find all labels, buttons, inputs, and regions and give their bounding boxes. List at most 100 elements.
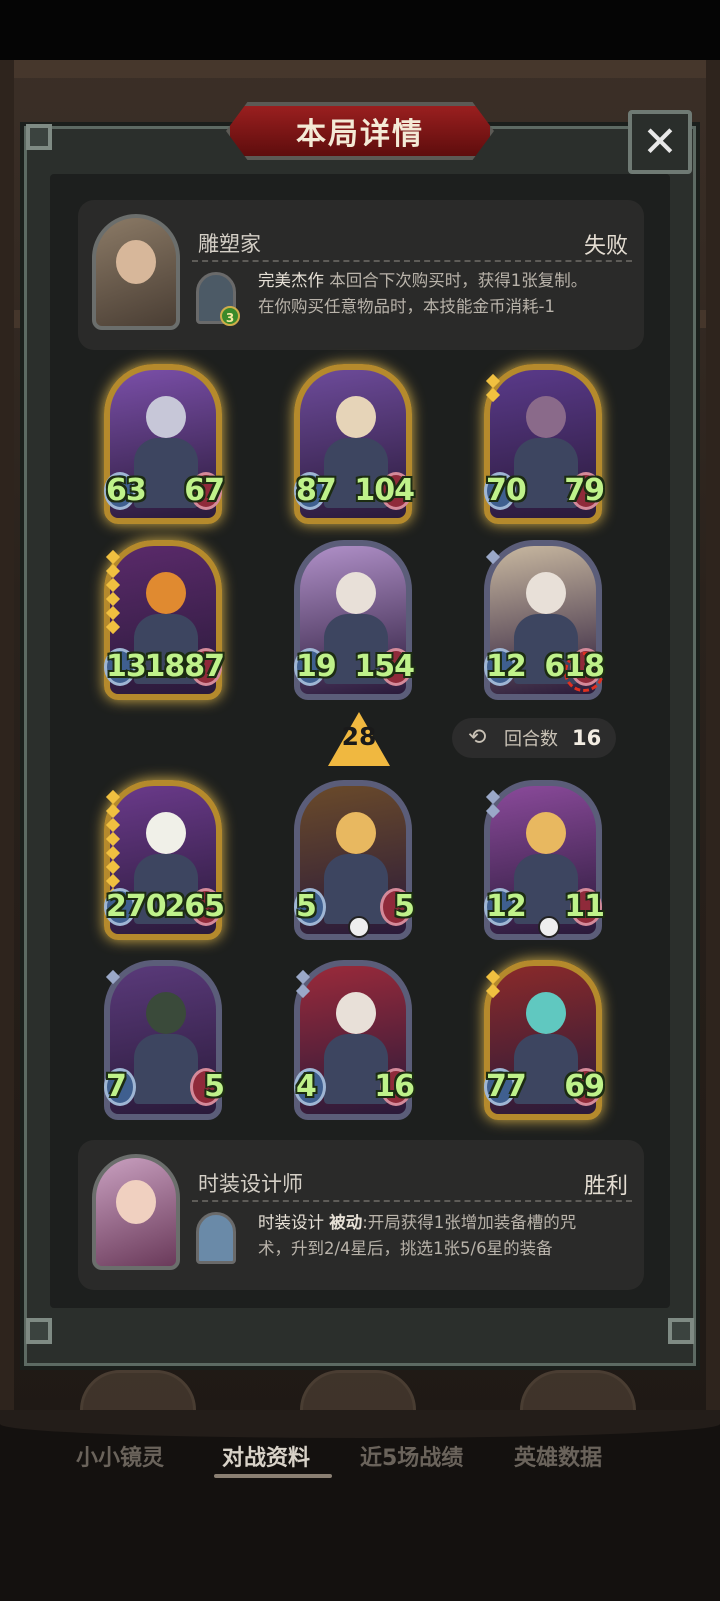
star-icon — [105, 577, 121, 593]
minion-head — [336, 812, 376, 854]
minion-attack: 270 — [106, 889, 167, 924]
player-hero-name: 时装设计师 — [198, 1172, 303, 1196]
skill-tag: 被动 — [329, 1213, 363, 1232]
modal-corner — [668, 1318, 694, 1344]
background-post — [0, 60, 14, 1420]
star-icon — [105, 789, 121, 805]
minion-card[interactable]: 1312 1887 — [104, 540, 225, 700]
minion-health: 104 — [354, 473, 415, 508]
minion-card[interactable]: 70 79 — [484, 364, 605, 524]
minion-head — [526, 396, 566, 438]
skill-name: 时装设计 — [258, 1213, 324, 1232]
skill-desc-line2: 在你购买任意物品时，本技能金币消耗-1 — [258, 297, 555, 316]
opponent-skill-description: 完美杰作 本回合下次购买时，获得1张复制。 在你购买任意物品时，本技能金币消耗-… — [258, 268, 628, 320]
minion-head — [526, 812, 566, 854]
tab-recent-5-matches[interactable]: 近5场战绩 — [360, 1440, 463, 1472]
minion-health: 618 — [544, 649, 605, 684]
player-avatar[interactable] — [92, 1154, 180, 1270]
skill-name: 完美杰作 — [258, 271, 324, 290]
minion-health: 154 — [354, 649, 415, 684]
minion-attack: 12 — [486, 889, 527, 924]
minion-card[interactable]: 75 — [104, 960, 225, 1120]
active-tab-indicator — [214, 1474, 332, 1478]
minion-head — [336, 572, 376, 614]
minion-head — [146, 396, 186, 438]
star-rank — [105, 549, 121, 635]
minion-body — [134, 1034, 198, 1104]
tab-battle-info[interactable]: 对战资料 — [222, 1440, 310, 1472]
skull-icon — [538, 916, 560, 938]
star-icon — [105, 803, 121, 819]
minion-health: 265 — [164, 889, 225, 924]
player-result: 胜利 — [583, 1174, 628, 1199]
tab-mirror-spirit[interactable]: 小小镜灵 — [76, 1440, 164, 1472]
minion-card[interactable]: 4 16 — [294, 960, 415, 1120]
opponent-result: 失败 — [583, 234, 628, 259]
minion-card[interactable]: 270 265 — [104, 780, 225, 940]
minion-health: 5 — [394, 889, 415, 924]
minion-health: 5 — [204, 1069, 225, 1104]
star-rank — [485, 373, 501, 403]
opponent-panel: 雕塑家 失败 3 完美杰作 本回合下次购买时，获得1张复制。 在你购买任意物品时… — [78, 200, 644, 350]
modal-corner — [26, 124, 52, 150]
round-label: 回合数 — [504, 729, 558, 750]
hero-skill-icon[interactable] — [196, 1212, 236, 1264]
star-icon — [485, 969, 501, 985]
close-icon: ✕ — [642, 117, 678, 166]
minion-card[interactable]: 55 — [294, 780, 415, 940]
minion-card[interactable]: 12 11 — [484, 780, 605, 940]
minion-card[interactable]: 77 69 — [484, 960, 605, 1120]
star-icon — [105, 845, 121, 861]
star-rank — [295, 969, 311, 999]
star-rank — [105, 969, 121, 985]
minion-head — [526, 572, 566, 614]
skull-icon — [348, 916, 370, 938]
star-icon — [105, 831, 121, 847]
player-panel: 时装设计师 胜利 时装设计 被动:开局获得1张增加装备槽的咒 术，升到2/4星后… — [78, 1140, 644, 1290]
minion-attack: 87 — [296, 473, 337, 508]
star-icon — [105, 969, 121, 985]
skill-level-badge: 3 — [220, 306, 240, 326]
star-icon — [485, 387, 501, 403]
minion-health: 11 — [564, 889, 605, 924]
minion-health: 79 — [564, 473, 605, 508]
star-icon — [485, 803, 501, 819]
star-rank — [485, 549, 501, 565]
minion-head — [336, 396, 376, 438]
minion-body — [324, 854, 388, 924]
minion-attack: 77 — [486, 1069, 527, 1104]
minion-head — [146, 992, 186, 1034]
minion-attack: 7 — [106, 1069, 127, 1104]
minion-attack: 5 — [296, 889, 317, 924]
round-value: 16 — [572, 726, 602, 750]
star-icon — [485, 789, 501, 805]
minion-health: 16 — [374, 1069, 415, 1104]
star-icon — [105, 605, 121, 621]
minion-card[interactable]: 87 104 — [294, 364, 415, 524]
star-icon — [485, 549, 501, 565]
skill-desc-line1: :开局获得1张增加装备槽的咒 — [362, 1213, 577, 1232]
minion-head — [336, 992, 376, 1034]
avatar-face — [116, 1180, 156, 1224]
minion-card[interactable]: 19 154 — [294, 540, 415, 700]
minion-attack: 19 — [296, 649, 337, 684]
minion-attack: 4 — [296, 1069, 317, 1104]
minion-head — [526, 992, 566, 1034]
minion-card[interactable]: 12 618 — [484, 540, 605, 700]
tab-hero-data[interactable]: 英雄数据 — [514, 1440, 602, 1472]
minion-card[interactable]: 63 67 — [104, 364, 225, 524]
panel-divider — [192, 1200, 632, 1202]
minion-head — [146, 572, 186, 614]
close-button[interactable]: ✕ — [628, 110, 692, 174]
minion-health: 69 — [564, 1069, 605, 1104]
opponent-avatar[interactable] — [92, 214, 180, 330]
star-rank — [485, 789, 501, 819]
opponent-hero-name: 雕塑家 — [198, 232, 261, 256]
modal-corner — [26, 1318, 52, 1344]
star-icon — [105, 873, 121, 889]
star-rank — [485, 969, 501, 999]
round-refresh-icon: ⟲ — [468, 725, 487, 750]
background-post — [706, 60, 720, 1420]
minion-health: 1887 — [144, 649, 225, 684]
star-icon — [485, 373, 501, 389]
